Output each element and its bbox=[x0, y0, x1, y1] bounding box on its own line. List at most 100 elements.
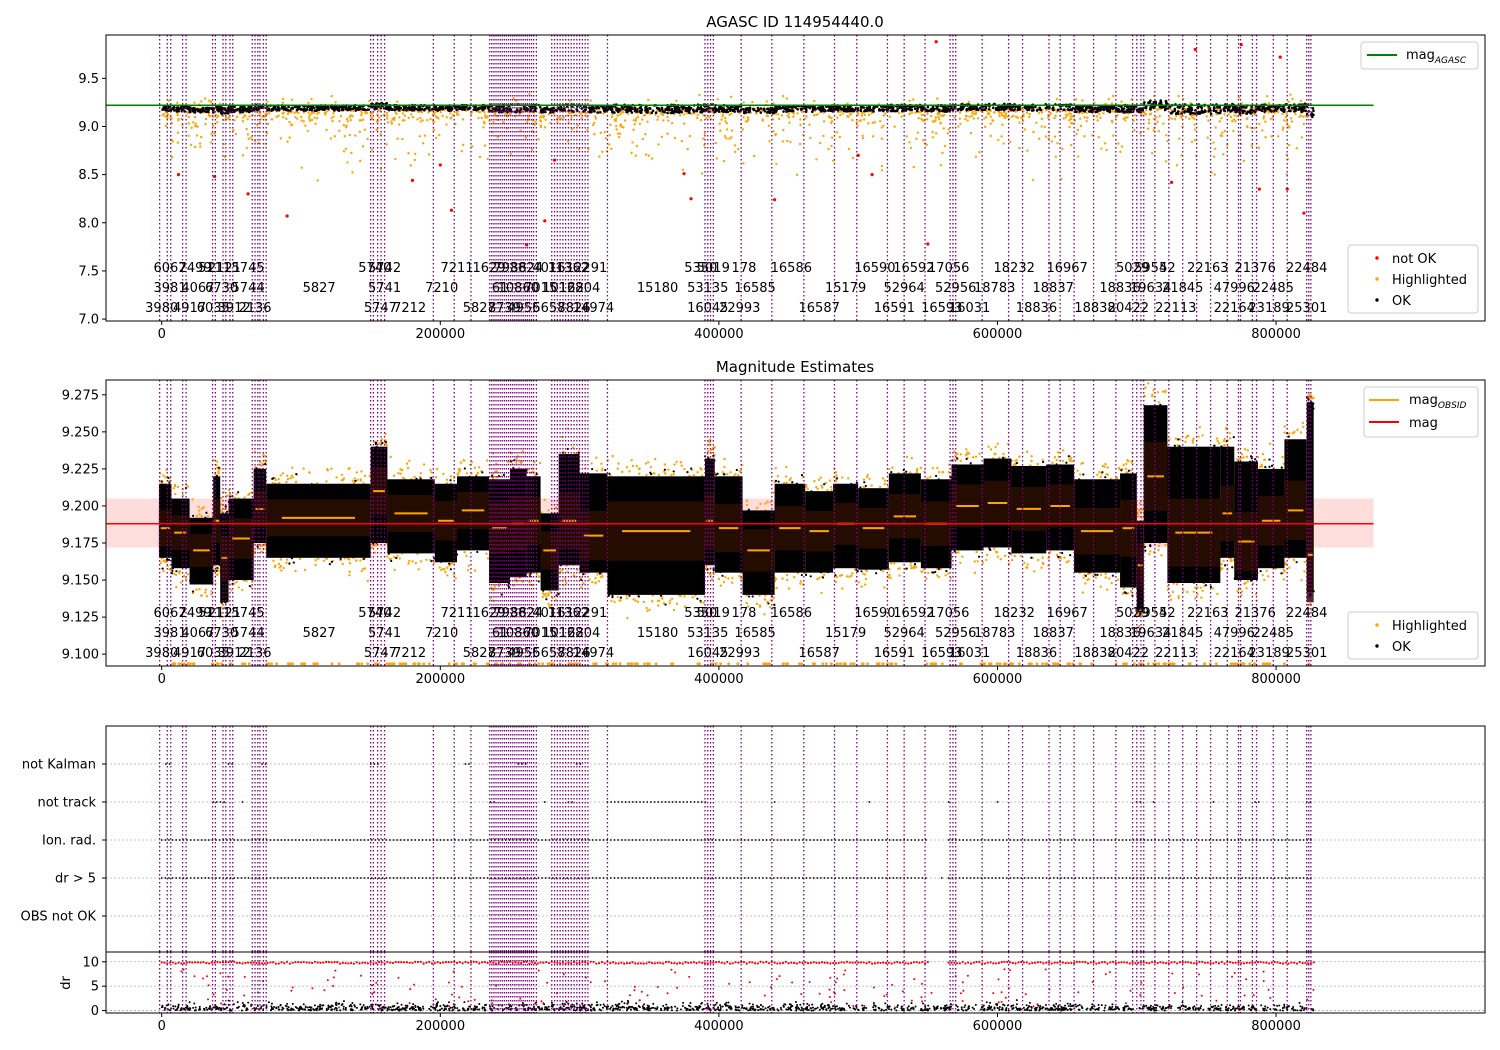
highlighted-point bbox=[826, 489, 829, 492]
highlighted-point bbox=[912, 98, 915, 101]
highlighted-point bbox=[308, 114, 311, 117]
highlighted-point bbox=[959, 453, 963, 456]
highlighted-point bbox=[799, 123, 802, 127]
highlighted-point bbox=[483, 111, 486, 114]
highlighted-point bbox=[1146, 127, 1150, 130]
ok-point bbox=[1300, 107, 1304, 111]
obsid-label: 52956 bbox=[935, 281, 976, 296]
highlighted-point bbox=[888, 573, 891, 577]
highlighted-point bbox=[1222, 439, 1226, 443]
ok-point bbox=[752, 108, 756, 112]
highlighted-point bbox=[796, 112, 799, 115]
highlighted-point bbox=[673, 136, 677, 140]
highlighted-point bbox=[477, 116, 480, 120]
highlighted-point bbox=[949, 577, 953, 580]
highlighted-point bbox=[841, 112, 845, 115]
highlighted-point bbox=[478, 155, 482, 159]
highlighted-point bbox=[860, 585, 863, 588]
ok-point bbox=[1219, 109, 1222, 113]
highlighted-point bbox=[1098, 471, 1101, 474]
highlighted-point bbox=[679, 114, 682, 117]
highlighted-point bbox=[249, 136, 253, 139]
highlighted-point bbox=[662, 119, 665, 122]
highlighted-point bbox=[535, 573, 539, 576]
highlighted-point bbox=[291, 466, 294, 469]
highlighted-point bbox=[626, 617, 629, 620]
highlighted-point bbox=[193, 145, 197, 149]
highlighted-point bbox=[969, 131, 973, 135]
highlighted-point bbox=[515, 461, 518, 464]
highlighted-point bbox=[619, 124, 622, 127]
ok-point bbox=[805, 108, 808, 112]
highlighted-point bbox=[235, 493, 238, 496]
highlighted-point bbox=[968, 115, 971, 118]
highlighted-point bbox=[483, 144, 487, 147]
highlighted-point bbox=[179, 581, 183, 584]
highlighted-point bbox=[1292, 558, 1296, 561]
highlighted-point bbox=[846, 477, 850, 480]
highlighted-point bbox=[616, 595, 619, 599]
highlighted-point bbox=[1198, 425, 1202, 429]
highlighted-point bbox=[538, 461, 542, 465]
highlighted-point bbox=[1028, 115, 1031, 119]
ok-point bbox=[304, 109, 308, 112]
highlighted-point bbox=[353, 477, 356, 480]
highlighted-point bbox=[905, 455, 909, 459]
highlighted-point bbox=[169, 116, 172, 119]
obsid-label: 17056 bbox=[928, 261, 969, 276]
highlighted-point bbox=[993, 111, 996, 114]
highlighted-point bbox=[1261, 452, 1265, 456]
highlighted-point bbox=[290, 98, 294, 101]
highlighted-point bbox=[1212, 155, 1216, 158]
ok-point bbox=[935, 106, 939, 110]
highlighted-point bbox=[282, 566, 285, 570]
highlighted-point bbox=[985, 558, 988, 562]
highlighted-point bbox=[1193, 139, 1197, 142]
highlighted-point bbox=[912, 566, 916, 570]
highlighted-point bbox=[1164, 160, 1168, 163]
highlighted-point bbox=[1196, 593, 1199, 596]
highlighted-point bbox=[234, 132, 238, 136]
highlighted-point bbox=[1126, 116, 1129, 119]
highlighted-point bbox=[733, 150, 737, 153]
highlighted-point bbox=[187, 122, 191, 125]
highlighted-point bbox=[547, 602, 550, 606]
ok-point bbox=[277, 108, 281, 112]
highlighted-point bbox=[965, 453, 969, 456]
highlighted-point bbox=[970, 114, 974, 118]
highlighted-point bbox=[439, 568, 443, 572]
highlighted-point bbox=[881, 570, 885, 573]
highlighted-point bbox=[444, 570, 447, 574]
highlighted-point bbox=[433, 120, 436, 124]
ok-point bbox=[869, 108, 873, 112]
highlighted-point bbox=[1288, 432, 1291, 435]
highlighted-point bbox=[439, 110, 443, 114]
highlighted-point bbox=[621, 470, 624, 474]
ok-point bbox=[956, 108, 960, 112]
ok-point bbox=[386, 107, 390, 111]
highlighted-point bbox=[830, 488, 833, 492]
highlighted-point bbox=[991, 119, 995, 122]
highlighted-point bbox=[390, 120, 393, 123]
highlighted-point bbox=[351, 479, 354, 482]
highlighted-point bbox=[267, 112, 271, 115]
ok-point bbox=[340, 108, 344, 112]
highlighted-point bbox=[366, 137, 369, 141]
highlighted-point bbox=[390, 122, 394, 125]
highlighted-point bbox=[482, 126, 485, 129]
highlighted-point bbox=[1086, 116, 1089, 119]
highlighted-point bbox=[1285, 112, 1288, 116]
highlighted-point bbox=[1151, 152, 1154, 155]
highlighted-point bbox=[279, 474, 282, 477]
highlighted-point bbox=[422, 463, 426, 466]
highlighted-point bbox=[341, 478, 345, 482]
highlighted-point bbox=[245, 127, 248, 131]
ok-point bbox=[1129, 107, 1132, 111]
highlighted-point bbox=[625, 466, 629, 469]
highlighted-point bbox=[997, 138, 1000, 142]
highlighted-point bbox=[670, 122, 674, 125]
highlighted-point bbox=[448, 112, 452, 115]
highlighted-point bbox=[1238, 457, 1241, 461]
ok-point bbox=[972, 107, 976, 111]
highlighted-point bbox=[308, 119, 312, 122]
